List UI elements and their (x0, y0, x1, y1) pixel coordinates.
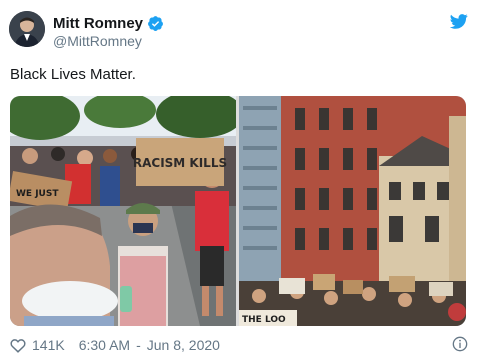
tweet-date[interactable]: Jun 8, 2020 (147, 337, 220, 353)
protest-selfie-photo[interactable]: RACISM KILLS WE JUST (10, 96, 236, 326)
tweet-text: Black Lives Matter. (10, 66, 136, 83)
author-name-row[interactable]: Mitt Romney (53, 13, 164, 33)
verified-badge-icon (147, 15, 164, 32)
like-count[interactable]: 141K (32, 337, 65, 353)
avatar[interactable] (9, 11, 45, 47)
author-handle[interactable]: @MittRomney (53, 33, 142, 49)
avatar-image (9, 11, 45, 47)
author-name[interactable]: Mitt Romney (53, 15, 143, 32)
tweet-card: Mitt Romney @MittRomney Black Lives Matt… (0, 0, 481, 354)
heart-icon[interactable] (10, 338, 26, 353)
info-icon[interactable] (452, 336, 468, 352)
tweet-time[interactable]: 6:30 AM (79, 337, 130, 353)
tweet-media[interactable]: RACISM KILLS WE JUST THE LOO (10, 96, 466, 326)
racism-kills-sign: RACISM KILLS (133, 156, 227, 170)
partial-sign-right: THE LOO (242, 315, 286, 325)
protest-buildings-photo[interactable]: THE LOO (239, 96, 466, 326)
date-separator: - (136, 337, 141, 353)
tweet-footer: 141K 6:30 AM - Jun 8, 2020 (10, 337, 220, 353)
partial-sign-left: WE JUST (16, 189, 59, 199)
twitter-bird-icon[interactable] (449, 14, 468, 29)
